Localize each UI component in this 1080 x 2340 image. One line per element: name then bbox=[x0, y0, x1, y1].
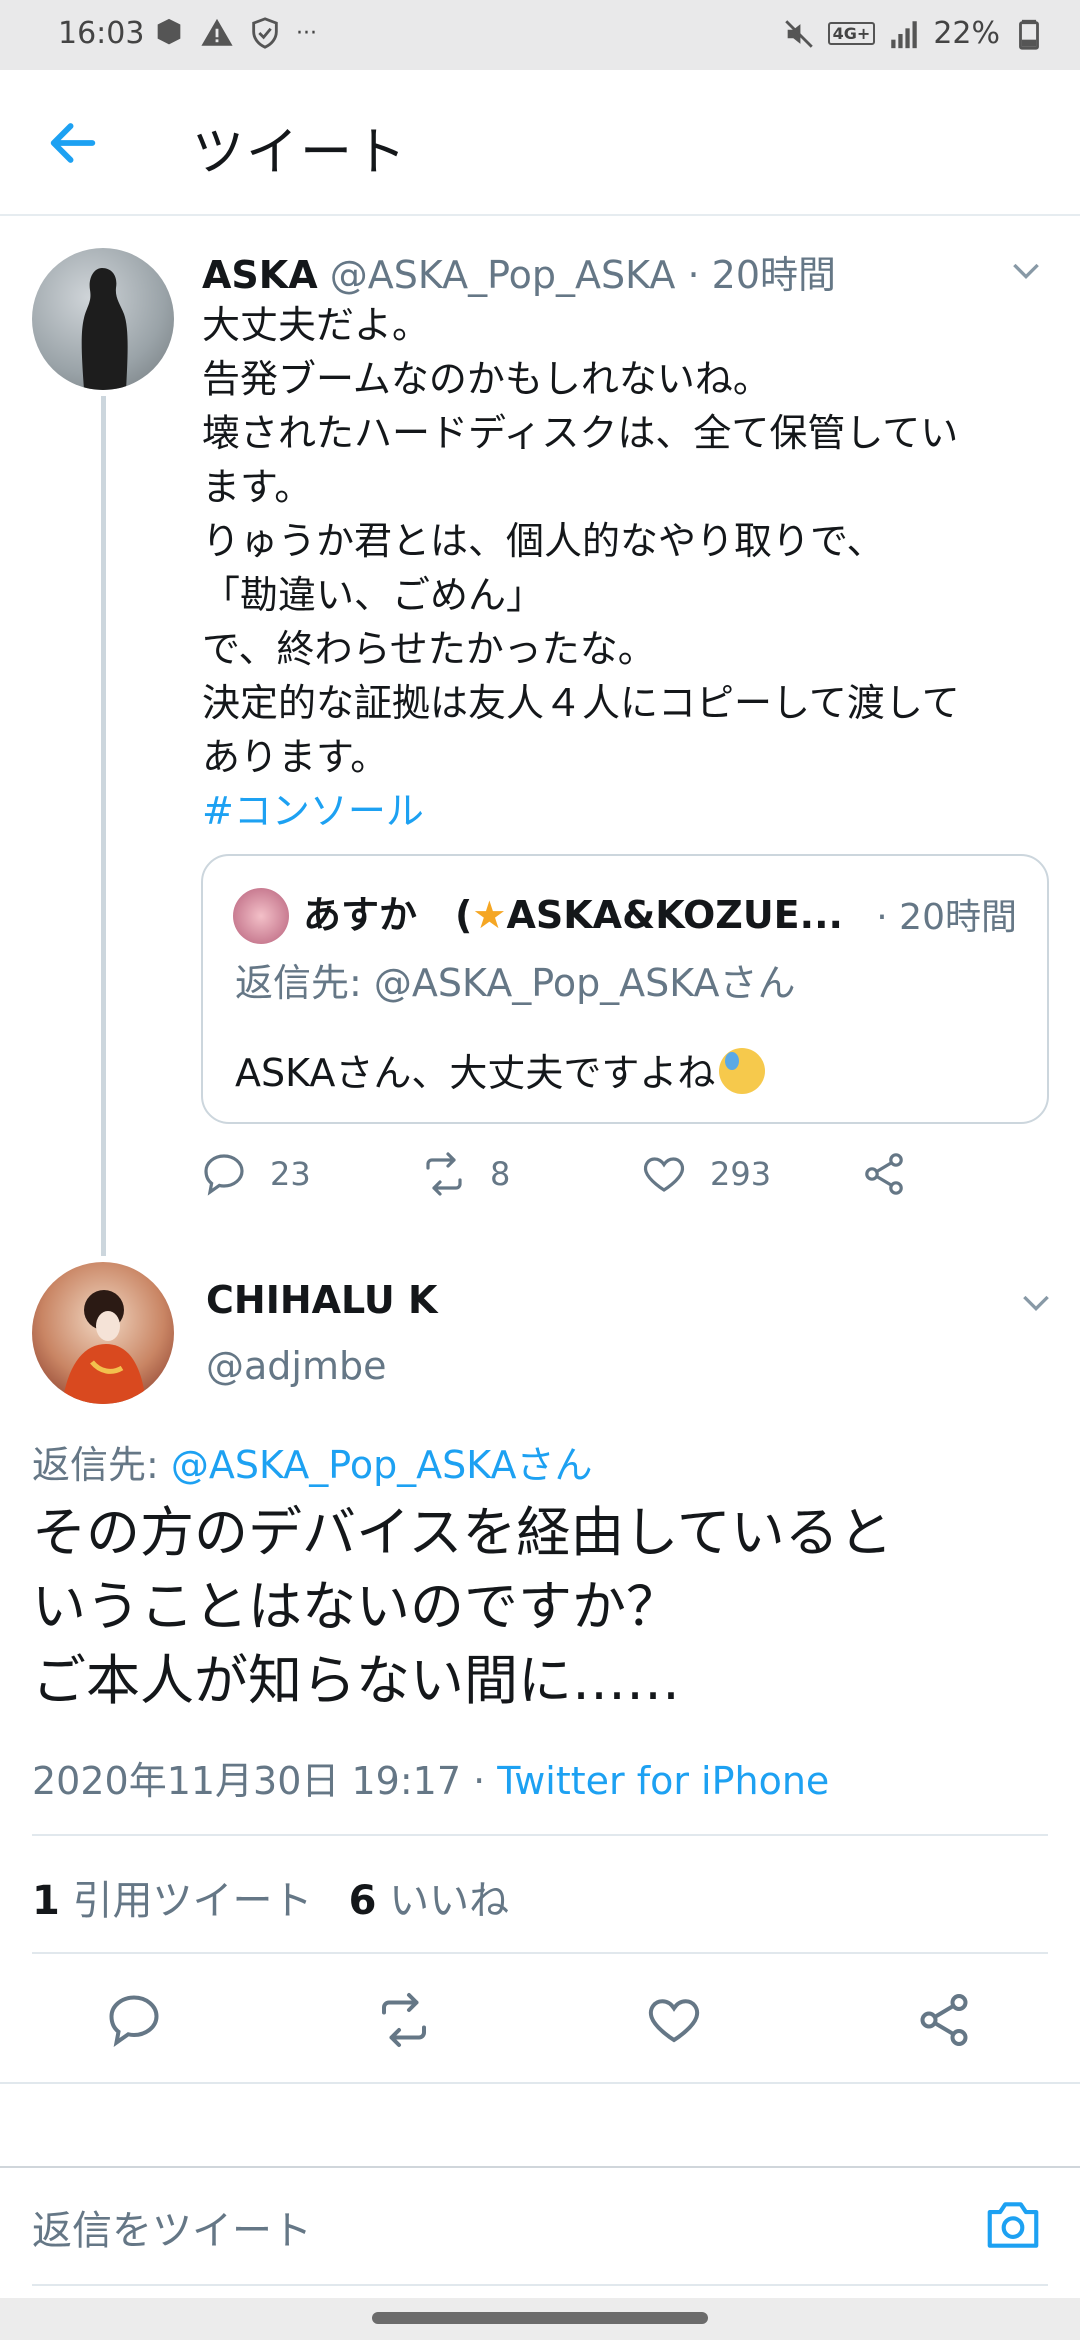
tweet2-date: 2020年11月30日 19:17 bbox=[32, 1759, 462, 1803]
tweet2-meta: 2020年11月30日 19:17 · Twitter for iPhone bbox=[32, 1750, 829, 1805]
tweet2-line: ご本人が知らない間に…… bbox=[32, 1649, 680, 1712]
reply-composer[interactable]: 返信をツイート bbox=[0, 2166, 1080, 2284]
tweet2-meta-separator: · bbox=[461, 1759, 498, 1803]
system-nav-bar bbox=[0, 2298, 1080, 2340]
tweet2-stats: 1 引用ツイート 6 いいね bbox=[32, 1868, 509, 1926]
camera-icon[interactable] bbox=[982, 2194, 1044, 2256]
sweat-face-emoji-icon bbox=[719, 1048, 766, 1094]
quoted-tweet-text: ASKAさん、大丈夫ですよね bbox=[235, 1042, 766, 1097]
app-header: ツイート bbox=[0, 70, 1080, 216]
tweet1-line: 告発ブームなのかもしれないね。 bbox=[202, 357, 771, 401]
tweet1-separator: · bbox=[675, 253, 712, 297]
section-separator bbox=[0, 2082, 1080, 2170]
tweet1-hashtag-link[interactable]: #コンソール bbox=[202, 784, 1062, 838]
reply-icon bbox=[204, 1154, 244, 1196]
heart-icon bbox=[643, 1157, 685, 1192]
avatar-portrait-icon bbox=[62, 1290, 146, 1404]
retweet-button[interactable]: 8 bbox=[420, 1150, 510, 1198]
star-emoji-icon: ★ bbox=[472, 893, 507, 937]
tweet2-body: その方のデバイスを経由していると いうことはないのですか？ ご本人が知らない間に… bbox=[32, 1496, 1052, 1718]
tweet1-line: 大丈夫だよ。 bbox=[202, 303, 431, 347]
share-button[interactable] bbox=[860, 1150, 908, 1198]
tweet2-action-bar bbox=[0, 1986, 1080, 2056]
quote-tweet-count: 1 bbox=[32, 1878, 60, 1924]
status-left-icons: ··· bbox=[152, 16, 317, 50]
likes-stat[interactable]: 6 いいね bbox=[349, 1878, 510, 1924]
tweet2-source-link[interactable]: Twitter for iPhone bbox=[497, 1759, 829, 1803]
tweet1-chevron-down-icon[interactable] bbox=[1006, 250, 1046, 290]
tweet2-author-handle[interactable]: @adjmbe bbox=[206, 1344, 386, 1388]
retweet-icon bbox=[426, 1152, 462, 1196]
tweet1-header: ASKA @ASKA_Pop_ASKA · 20時間 bbox=[202, 244, 836, 299]
tweet1-line: ます。 bbox=[202, 465, 313, 509]
mute-icon bbox=[784, 19, 813, 48]
likes-count: 6 bbox=[348, 1878, 377, 1924]
likes-label: いいね bbox=[389, 1878, 510, 1924]
warning-icon bbox=[201, 18, 233, 46]
tweet1-time[interactable]: 20時間 bbox=[712, 253, 836, 297]
tweet1-line: 決定的な証拠は友人４人にコピーして渡して bbox=[202, 681, 960, 725]
heart-icon[interactable] bbox=[644, 1990, 704, 2050]
network-4g-icon: 4G+ bbox=[827, 22, 876, 45]
share-icon[interactable] bbox=[914, 1990, 974, 2050]
tweet1-line: あります。 bbox=[202, 735, 389, 779]
tweet2-reply-to: 返信先: @ASKA_Pop_ASKAさん bbox=[32, 1434, 593, 1489]
thread-connector-line bbox=[101, 396, 106, 1256]
quoted-tweet-name-part1: あすか ( bbox=[303, 893, 473, 937]
tweet2-author-name[interactable]: CHIHALU K bbox=[206, 1278, 437, 1322]
tweet1-line: 壊されたハードディスクは、全て保管してい bbox=[202, 411, 959, 455]
app-notification-icon bbox=[157, 18, 181, 45]
avatar-silhouette-icon bbox=[81, 268, 128, 390]
tweet2-reply-prefix: 返信先: bbox=[32, 1443, 171, 1487]
reply-input[interactable]: 返信をツイート bbox=[32, 2198, 312, 2256]
tweet1-line: で、終わらせたかったな。 bbox=[202, 627, 656, 671]
quoted-tweet-card[interactable]: あすか (★ASKA&KOZUE... · 20時間 返信先: @ASKA_Po… bbox=[201, 854, 1049, 1124]
share-icon bbox=[865, 1153, 903, 1195]
status-more-dots: ··· bbox=[296, 20, 317, 46]
tweet1-line: りゅうか君とは、個人的なやり取りで、 bbox=[202, 519, 885, 563]
status-time: 16:03 bbox=[58, 16, 145, 51]
battery-icon bbox=[1019, 19, 1039, 50]
battery-percent: 22% bbox=[933, 16, 1000, 51]
page-title: ツイート bbox=[192, 123, 409, 183]
avatar-chihalu[interactable] bbox=[32, 1262, 174, 1404]
status-right-icons: 4G+ 22% bbox=[782, 16, 1046, 51]
signal-icon bbox=[891, 20, 918, 48]
quote-tweets-stat[interactable]: 1 引用ツイート bbox=[32, 1878, 313, 1924]
quoted-reply-handle: @ASKA_Pop_ASKAさん bbox=[373, 961, 796, 1005]
tweet1-action-bar: 23 8 293 bbox=[200, 1150, 960, 1210]
tweet1-body: 大丈夫だよ。 告発ブームなのかもしれないね。 壊されたハードディスクは、全て保管… bbox=[202, 298, 1062, 838]
avatar-aska[interactable] bbox=[32, 248, 174, 390]
tweet2-line: いうことはないのですか？ bbox=[32, 1575, 680, 1638]
quoted-tweet-name-part2: ASKA&KOZUE... bbox=[506, 893, 843, 937]
quote-tweet-label: 引用ツイート bbox=[72, 1878, 313, 1924]
quoted-tweet-avatar bbox=[233, 888, 289, 944]
retweet-icon[interactable] bbox=[374, 1990, 434, 2050]
reply-button[interactable]: 23 bbox=[200, 1150, 311, 1198]
retweet-count: 8 bbox=[490, 1155, 511, 1193]
divider bbox=[32, 2284, 1048, 2286]
tweet2-reply-handle-link[interactable]: @ASKA_Pop_ASKAさん bbox=[171, 1443, 593, 1487]
status-bar: 16:03 ··· 4G+ 22% bbox=[0, 0, 1080, 70]
quoted-tweet-time: · 20時間 bbox=[876, 897, 1017, 938]
back-arrow-icon[interactable] bbox=[44, 114, 102, 172]
divider bbox=[32, 1952, 1048, 1954]
shield-check-icon bbox=[252, 17, 278, 49]
tweet1-line: 「勘違い、ごめん」 bbox=[202, 573, 545, 617]
like-button[interactable]: 293 bbox=[640, 1150, 771, 1198]
reply-icon[interactable] bbox=[104, 1990, 164, 2050]
divider bbox=[32, 1834, 1048, 1836]
tweet1-author-handle[interactable]: @ASKA_Pop_ASKA bbox=[330, 253, 676, 297]
reply-count: 23 bbox=[270, 1155, 311, 1193]
tweet1-author-name[interactable]: ASKA bbox=[202, 253, 318, 297]
tweet2-line: その方のデバイスを経由していると bbox=[32, 1501, 893, 1564]
like-count: 293 bbox=[710, 1155, 772, 1193]
home-gesture-pill[interactable] bbox=[372, 2312, 708, 2324]
quoted-reply-prefix: 返信先: bbox=[235, 961, 374, 1005]
quoted-tweet-reply-to: 返信先: @ASKA_Pop_ASKAさん bbox=[235, 952, 796, 1007]
tweet2-chevron-down-icon[interactable] bbox=[1016, 1282, 1056, 1322]
quoted-tweet-author: あすか (★ASKA&KOZUE... bbox=[303, 884, 843, 939]
quoted-tweet-text-content: ASKAさん、大丈夫ですよね bbox=[235, 1051, 716, 1095]
